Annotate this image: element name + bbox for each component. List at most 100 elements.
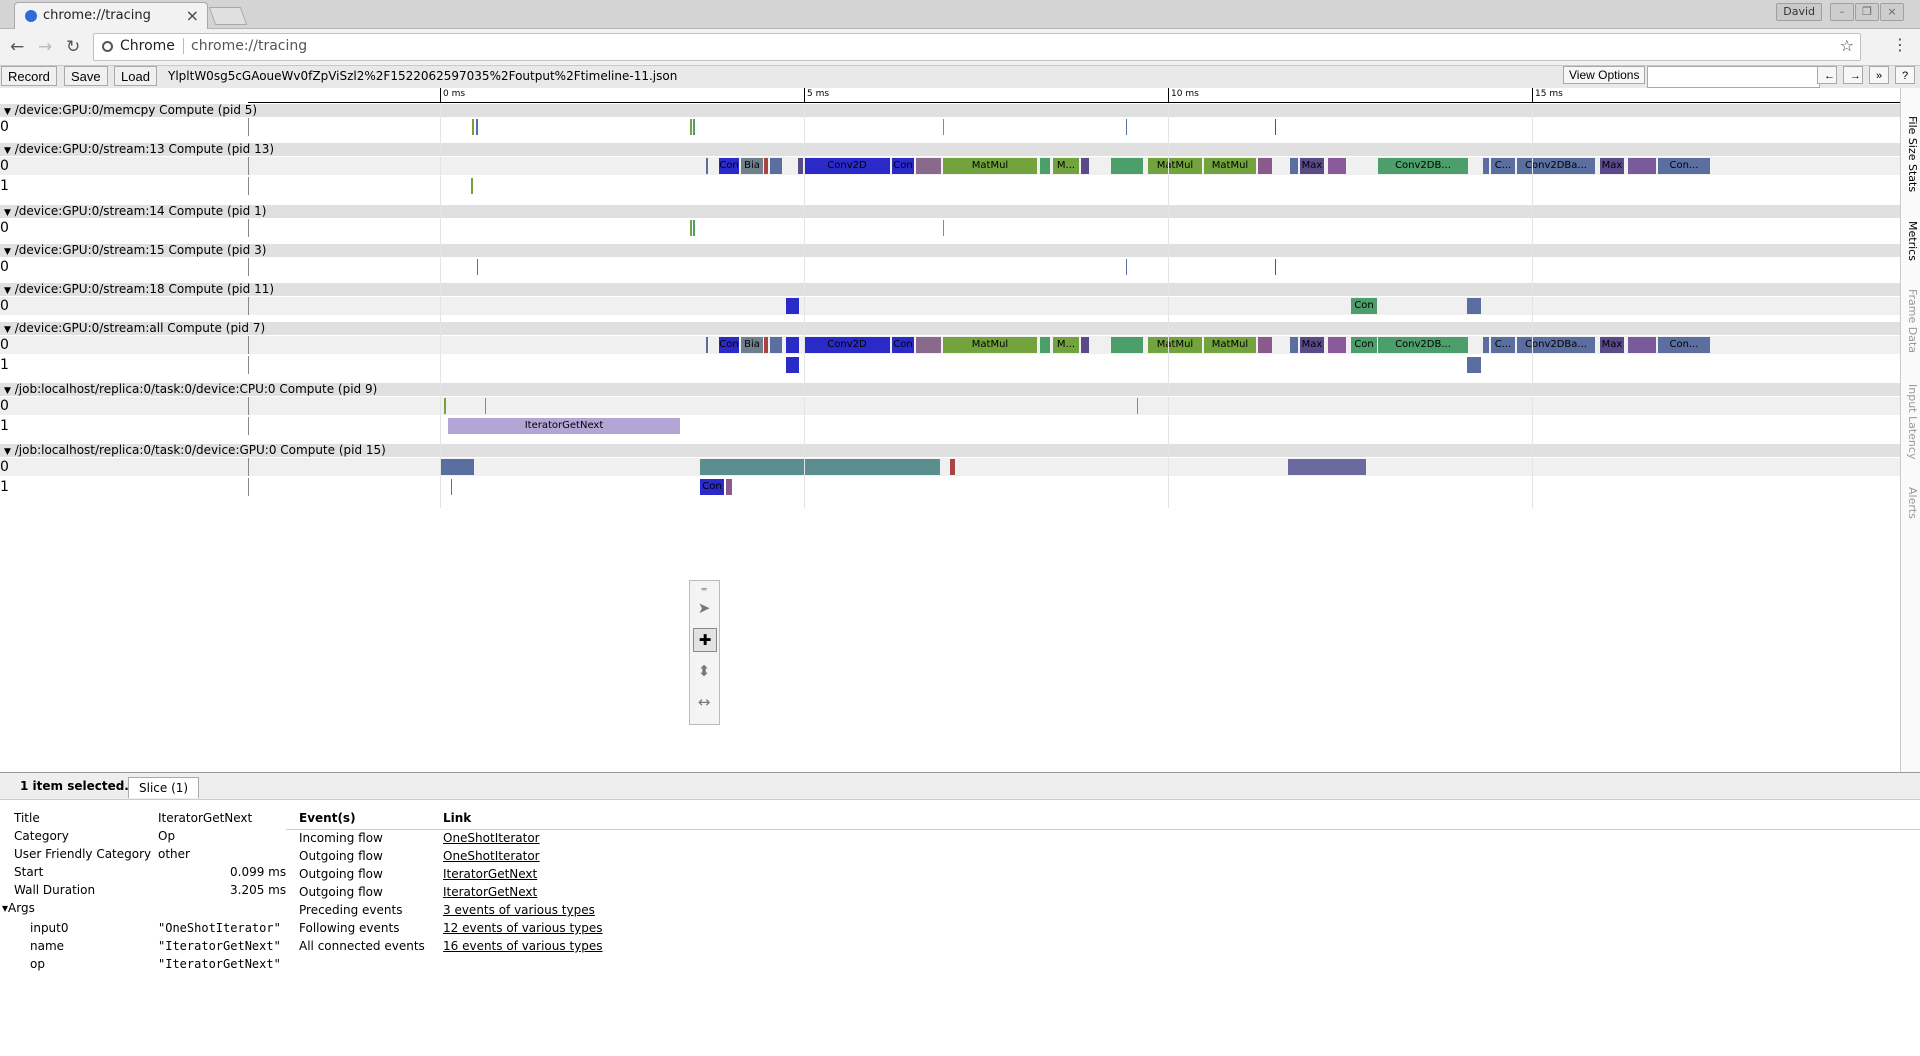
slice[interactable] — [1628, 158, 1656, 174]
slice[interactable] — [693, 119, 695, 135]
slice[interactable]: Bia — [741, 337, 763, 353]
slice[interactable] — [1483, 337, 1489, 353]
slice[interactable] — [1081, 158, 1089, 174]
slice[interactable] — [786, 298, 799, 314]
slice[interactable]: Con — [1351, 337, 1377, 353]
slice[interactable]: MatMul — [1204, 337, 1256, 353]
zoom-tool-icon[interactable]: ⬍ — [693, 660, 715, 682]
slice[interactable] — [1288, 459, 1366, 475]
track-lane[interactable]: 1 — [0, 177, 1900, 195]
slice[interactable] — [1258, 337, 1272, 353]
slice[interactable] — [786, 337, 799, 353]
slice[interactable]: MatMul — [943, 158, 1037, 174]
slice[interactable]: M... — [1053, 337, 1079, 353]
track-header[interactable]: ▼ /device:GPU:0/stream:13 Compute (pid 1… — [0, 143, 1900, 156]
slice[interactable]: Conv2D — [804, 337, 890, 353]
track-lane[interactable]: 0 — [0, 118, 1900, 136]
load-button[interactable]: Load — [114, 66, 157, 86]
record-button[interactable]: Record — [1, 66, 57, 86]
side-tab-metrics[interactable]: Metrics — [1903, 221, 1919, 261]
slice[interactable]: Conv2D — [804, 158, 890, 174]
track-header[interactable]: ▼ /device:GPU:0/stream:15 Compute (pid 3… — [0, 244, 1900, 257]
slice[interactable] — [1126, 119, 1127, 135]
slice[interactable] — [764, 158, 768, 174]
pan-tool-icon[interactable]: ✚ — [693, 628, 717, 652]
track-lane[interactable]: 0 Con Bia Conv2D Con MatMul M... MatMul … — [0, 157, 1900, 175]
browser-menu-icon[interactable]: ⋮ — [1892, 35, 1908, 54]
mouse-mode-selector[interactable]: ═ ➤ ✚ ⬍ ↔ — [689, 580, 720, 725]
slice[interactable]: Conv2DBa... — [1517, 337, 1595, 353]
drag-handle-icon[interactable]: ═ — [693, 586, 715, 594]
slice[interactable] — [1137, 398, 1138, 414]
restore-icon[interactable]: ❐ — [1855, 3, 1879, 21]
slice[interactable]: MatMul — [1148, 158, 1202, 174]
args-toggle[interactable]: ▾Args — [2, 901, 35, 915]
event-link[interactable]: 16 events of various types — [443, 939, 603, 953]
track-header[interactable]: ▼ /job:localhost/replica:0/task:0/device… — [0, 383, 1900, 396]
omnibox[interactable]: Chrome chrome://tracing ☆ — [93, 33, 1861, 61]
slice[interactable]: Con... — [1658, 337, 1710, 353]
slice[interactable]: Max — [1300, 158, 1324, 174]
slice[interactable] — [706, 158, 708, 174]
track-lane[interactable]: 0 — [0, 219, 1900, 237]
slice[interactable] — [1111, 158, 1143, 174]
slice[interactable]: Con — [719, 158, 739, 174]
side-tab-input-latency[interactable]: Input Latency — [1903, 384, 1919, 459]
slice[interactable]: Con — [700, 479, 724, 495]
minimize-icon[interactable]: – — [1830, 3, 1854, 21]
slice[interactable] — [786, 357, 799, 373]
slice[interactable] — [441, 459, 474, 475]
slice[interactable] — [1275, 119, 1276, 135]
slice[interactable] — [950, 459, 955, 475]
slice[interactable] — [1111, 337, 1143, 353]
track-lane[interactable]: 0 — [0, 258, 1900, 276]
slice[interactable] — [471, 178, 473, 194]
slice[interactable] — [1290, 158, 1298, 174]
slice[interactable]: MatMul — [1204, 158, 1256, 174]
slice[interactable]: Max — [1600, 158, 1624, 174]
slice[interactable] — [1628, 337, 1656, 353]
slice[interactable] — [764, 337, 768, 353]
track-lane[interactable]: 1 IteratorGetNext — [0, 417, 1900, 435]
slice[interactable] — [690, 119, 692, 135]
event-link[interactable]: 12 events of various types — [443, 921, 603, 935]
find-next-button[interactable]: → — [1843, 66, 1863, 84]
slice[interactable]: MatMul — [1148, 337, 1202, 353]
slice[interactable] — [1467, 298, 1481, 314]
slice[interactable] — [1040, 337, 1050, 353]
slice[interactable] — [476, 119, 478, 135]
side-tab-frame-data[interactable]: Frame Data — [1903, 289, 1919, 353]
slice[interactable] — [1126, 259, 1127, 275]
track-header[interactable]: ▼ /device:GPU:0/memcpy Compute (pid 5) — [0, 104, 1900, 117]
slice[interactable] — [770, 158, 782, 174]
select-pointer-icon[interactable]: ➤ — [693, 597, 715, 619]
slice[interactable] — [943, 220, 944, 236]
slice[interactable] — [1467, 357, 1481, 373]
slice-selected[interactable]: IteratorGetNext — [448, 418, 680, 434]
event-link[interactable]: 3 events of various types — [443, 903, 595, 917]
forward-arrow-icon[interactable]: → — [38, 37, 52, 57]
track-header[interactable]: ▼ /device:GPU:0/stream:18 Compute (pid 1… — [0, 283, 1900, 296]
slice[interactable] — [706, 337, 708, 353]
find-prev-button[interactable]: ← — [1817, 66, 1837, 84]
browser-tab[interactable]: chrome://tracing × — [14, 2, 208, 29]
slice[interactable] — [1040, 158, 1050, 174]
event-link[interactable]: OneShotIterator — [443, 849, 540, 863]
view-options-button[interactable]: View Options — [1563, 66, 1646, 84]
timing-tool-icon[interactable]: ↔ — [693, 691, 715, 713]
side-tab-file-size-stats[interactable]: File Size Stats — [1903, 116, 1919, 192]
track-lane[interactable]: 0 Con Bia Conv2D Con MatMul M... MatMul … — [0, 336, 1900, 354]
slice[interactable]: MatMul — [943, 337, 1037, 353]
slice[interactable] — [485, 398, 486, 414]
save-button[interactable]: Save — [64, 66, 108, 86]
slice[interactable]: Bia — [741, 158, 763, 174]
track-lane[interactable]: 0 — [0, 397, 1900, 415]
slice[interactable] — [444, 398, 446, 414]
slice[interactable] — [472, 119, 474, 135]
track-lane[interactable]: 0 — [0, 458, 1900, 476]
search-input[interactable] — [1647, 66, 1820, 88]
slice[interactable]: Con — [719, 337, 739, 353]
slice[interactable] — [1328, 337, 1346, 353]
slice[interactable]: C... — [1491, 158, 1515, 174]
track-lane[interactable]: 1 Con — [0, 478, 1900, 496]
